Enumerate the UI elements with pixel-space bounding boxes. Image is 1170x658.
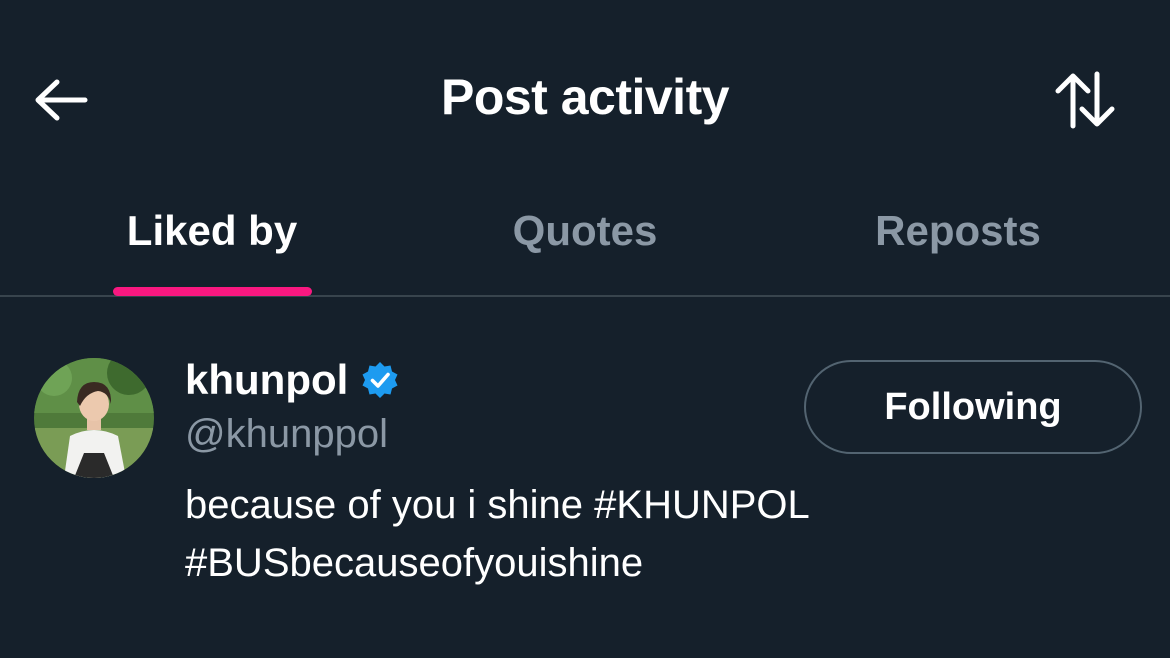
tab-label: Quotes: [512, 206, 658, 254]
sort-arrows-icon: [1055, 71, 1115, 129]
tab-label: Reposts: [875, 206, 1041, 254]
user-bio: because of you i shine #KHUNPOL #BUSbeca…: [185, 483, 809, 585]
user-list-item[interactable]: khunpol @khunppol because of you i shine…: [0, 298, 1170, 658]
avatar-photo: [34, 358, 154, 478]
tab-quotes[interactable]: Quotes: [390, 170, 780, 295]
sort-button[interactable]: [1050, 68, 1120, 132]
tab-liked-by[interactable]: Liked by: [17, 170, 407, 295]
following-button[interactable]: Following: [804, 360, 1142, 454]
avatar[interactable]: [34, 358, 154, 478]
tab-reposts[interactable]: Reposts: [763, 170, 1153, 295]
display-name[interactable]: khunpol: [185, 356, 348, 404]
top-bar: Post activity: [0, 0, 1170, 170]
verified-badge-icon: [362, 362, 398, 398]
page-title: Post activity: [440, 69, 730, 125]
tab-label: Liked by: [126, 206, 298, 254]
active-tab-indicator: [113, 287, 312, 296]
name-line: khunpol: [185, 356, 400, 404]
tab-bar: Liked by Quotes Reposts: [0, 170, 1170, 297]
user-handle[interactable]: @khunppol: [185, 412, 388, 457]
